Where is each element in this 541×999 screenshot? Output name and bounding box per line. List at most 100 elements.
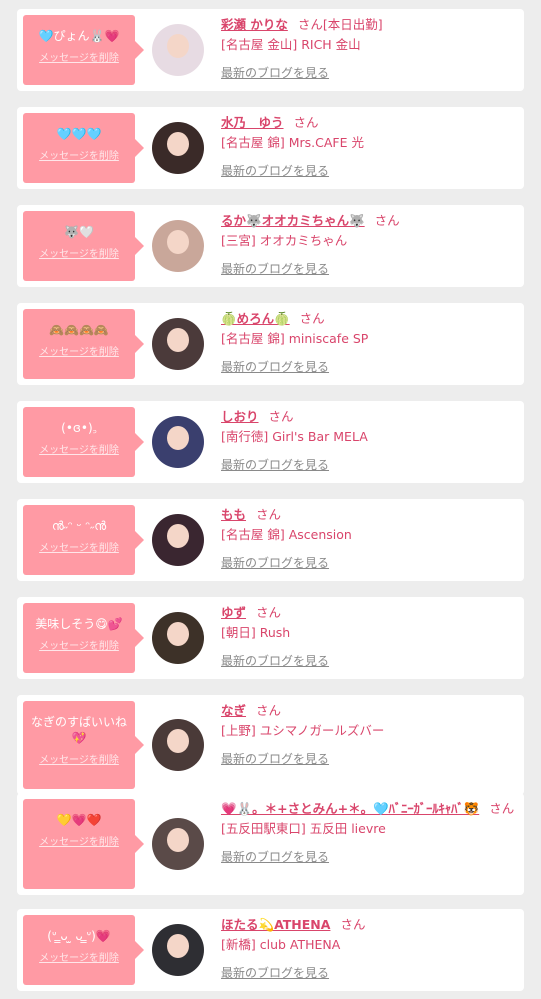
cast-info: しおり さん [南行徳] Girl's Bar MELA 最新のブログを見る [221,407,516,475]
honorific: さん [256,507,282,522]
message-bubble: 💛💗❤️ メッセージを削除 [23,799,144,889]
avatar-face [167,328,189,352]
delete-message-link[interactable]: メッセージを削除 [39,949,119,964]
message-bubble: 🩵ぴょん🐰💗 メッセージを削除 [23,15,144,85]
cast-name-link[interactable]: 水乃 ゆう [221,115,284,130]
honorific: さん [256,605,282,620]
message-text: 🩵ぴょん🐰💗 [38,29,120,43]
cast-info: るか🐺オオカミちゃん🐺 さん [三宮] オオカミちゃん最新のブログを見る [221,211,516,279]
latest-blog-link[interactable]: 最新のブログを見る [221,651,329,671]
delete-message-link[interactable]: メッセージを削除 [39,343,119,358]
avatar-face [167,34,189,58]
avatar[interactable] [152,818,204,870]
message-bubble: 🙈🙈🙈🙈 メッセージを削除 [23,309,144,379]
shop-name: [五反田駅東口] 五反田 lievre [221,821,386,836]
shop-name: [名古屋 金山] RICH 金山 [221,37,361,52]
shop-name: [朝日] Rush [221,625,291,640]
message-bubble: 美味しそう😋💕 メッセージを削除 [23,603,144,673]
favorite-card: 美味しそう😋💕 メッセージを削除 ゆず さん [朝日] Rush 最新のブログを見る [17,597,524,679]
message-text: なぎのすばいいね💖 [30,715,127,745]
avatar[interactable] [152,318,204,370]
delete-message-link[interactable]: メッセージを削除 [39,147,119,162]
honorific: さん [374,213,400,228]
message-text: ൻ˶ᵔ ᵕ ᵔ˶ൻ [51,519,107,533]
favorite-card: (ᐡ ̳ᴗ ̫ ᴗ ̳ᐡ)💗 メッセージを削除 ほたる💫ATHENA さん [新橋] c… [17,909,524,991]
latest-blog-link[interactable]: 最新のブログを見る [221,63,329,83]
avatar[interactable] [152,416,204,468]
cast-name-link[interactable]: るか🐺オオカミちゃん🐺 [221,213,365,228]
cast-name-link[interactable]: 💗🐰。＊+さとみん+＊。🩵ﾊﾞﾆｰｶﾞｰﾙｷｬﾊﾞ🐯 [221,801,479,816]
honorific: さん[本日出勤] [297,17,383,32]
favorites-list: 🩵ぴょん🐰💗 メッセージを削除 彩瀬 かりな さん[本日出勤] [名古屋 金山] RIC… [0,0,541,999]
honorific: さん [340,917,366,932]
avatar-face [167,230,189,254]
favorite-card: 🙈🙈🙈🙈 メッセージを削除 🍈めろん🍈 さん [名古屋 錦] miniscafe SP 最… [17,303,524,385]
shop-name: [上野] ユシマノガールズバー [221,723,385,738]
favorite-card: ൻ˶ᵔ ᵕ ᵔ˶ൻ メッセージを削除 もも さん [名古屋 錦] Ascension 最新… [17,499,524,581]
latest-blog-link[interactable]: 最新のブログを見る [221,749,329,769]
message-bubble: (ᐡ ̳ᴗ ̫ ᴗ ̳ᐡ)💗 メッセージを削除 [23,915,144,985]
honorific: さん [293,115,319,130]
message-text: (•ɞ•)꜆ [61,421,97,435]
cast-name-link[interactable]: もも [221,507,246,522]
shop-name: [名古屋 錦] Ascension [221,527,352,542]
honorific: さん [299,311,325,326]
avatar[interactable] [152,924,204,976]
message-bubble: ൻ˶ᵔ ᵕ ᵔ˶ൻ メッセージを削除 [23,505,144,575]
favorite-card: 🐺🤍 メッセージを削除 るか🐺オオカミちゃん🐺 さん [三宮] オオカミちゃん 最新のブロ… [17,205,524,287]
avatar[interactable] [152,122,204,174]
cast-name-link[interactable]: 彩瀬 かりな [221,17,288,32]
favorite-card: 🩵🩵🩵 メッセージを削除 水乃 ゆう さん [名古屋 錦] Mrs.CAFE 光最新のブ… [17,107,524,189]
message-text: 🙈🙈🙈🙈 [49,323,109,337]
favorite-card: (•ɞ•)꜆ メッセージを削除 しおり さん [南行徳] Girl's Bar MELA… [17,401,524,483]
avatar[interactable] [152,24,204,76]
delete-message-link[interactable]: メッセージを削除 [39,539,119,554]
avatar-face [167,524,189,548]
latest-blog-link[interactable]: 最新のブログを見る [221,259,329,279]
cast-info: ほたる💫ATHENA さん [新橋] club ATHENA 最新のブログを見る [221,915,516,983]
shop-name: [三宮] オオカミちゃん [221,233,348,248]
avatar-face [167,132,189,156]
message-bubble: (•ɞ•)꜆ メッセージを削除 [23,407,144,477]
message-text: 💛💗❤️ [56,813,102,827]
cast-name-link[interactable]: 🍈めろん🍈 [221,311,290,326]
delete-message-link[interactable]: メッセージを削除 [39,637,119,652]
latest-blog-link[interactable]: 最新のブログを見る [221,357,329,377]
shop-name: [南行徳] Girl's Bar MELA [221,429,368,444]
latest-blog-link[interactable]: 最新のブログを見る [221,161,329,181]
cast-name-link[interactable]: ほたる💫ATHENA [221,917,330,932]
latest-blog-link[interactable]: 最新のブログを見る [221,963,329,983]
avatar[interactable] [152,719,204,771]
message-text: 美味しそう😋💕 [35,617,123,631]
delete-message-link[interactable]: メッセージを削除 [39,441,119,456]
delete-message-link[interactable]: メッセージを削除 [39,245,119,260]
latest-blog-link[interactable]: 最新のブログを見る [221,847,329,867]
avatar[interactable] [152,514,204,566]
cast-info: なぎ さん [上野] ユシマノガールズバー最新のブログを見る [221,701,516,769]
message-text: (ᐡ ̳ᴗ ̫ ᴗ ̳ᐡ)💗 [47,929,111,943]
latest-blog-link[interactable]: 最新のブログを見る [221,455,329,475]
cast-name-link[interactable]: ゆず [221,605,246,620]
cast-info: もも さん [名古屋 錦] Ascension 最新のブログを見る [221,505,516,573]
avatar[interactable] [152,612,204,664]
honorific: さん [268,409,294,424]
message-text: 🩵🩵🩵 [56,127,102,141]
cast-info: 彩瀬 かりな さん[本日出勤] [名古屋 金山] RICH 金山最新のブログを見る [221,15,516,83]
latest-blog-link[interactable]: 最新のブログを見る [221,553,329,573]
shop-name: [名古屋 錦] Mrs.CAFE 光 [221,135,364,150]
cast-name-link[interactable]: しおり [221,409,259,424]
honorific: さん [489,801,515,816]
favorite-card: 🩵ぴょん🐰💗 メッセージを削除 彩瀬 かりな さん[本日出勤] [名古屋 金山] RIC… [17,9,524,91]
cast-name-link[interactable]: なぎ [221,703,246,718]
delete-message-link[interactable]: メッセージを削除 [39,833,119,848]
avatar[interactable] [152,220,204,272]
cast-info: 水乃 ゆう さん [名古屋 錦] Mrs.CAFE 光最新のブログを見る [221,113,516,181]
avatar-face [167,934,189,958]
avatar-face [167,622,189,646]
delete-message-link[interactable]: メッセージを削除 [39,751,119,766]
message-bubble: 🩵🩵🩵 メッセージを削除 [23,113,144,183]
avatar-face [167,828,189,852]
favorite-card: なぎのすばいいね💖 メッセージを削除 なぎ さん [上野] ユシマノガールズバー最新のブ… [17,695,524,795]
delete-message-link[interactable]: メッセージを削除 [39,49,119,64]
honorific: さん [256,703,282,718]
